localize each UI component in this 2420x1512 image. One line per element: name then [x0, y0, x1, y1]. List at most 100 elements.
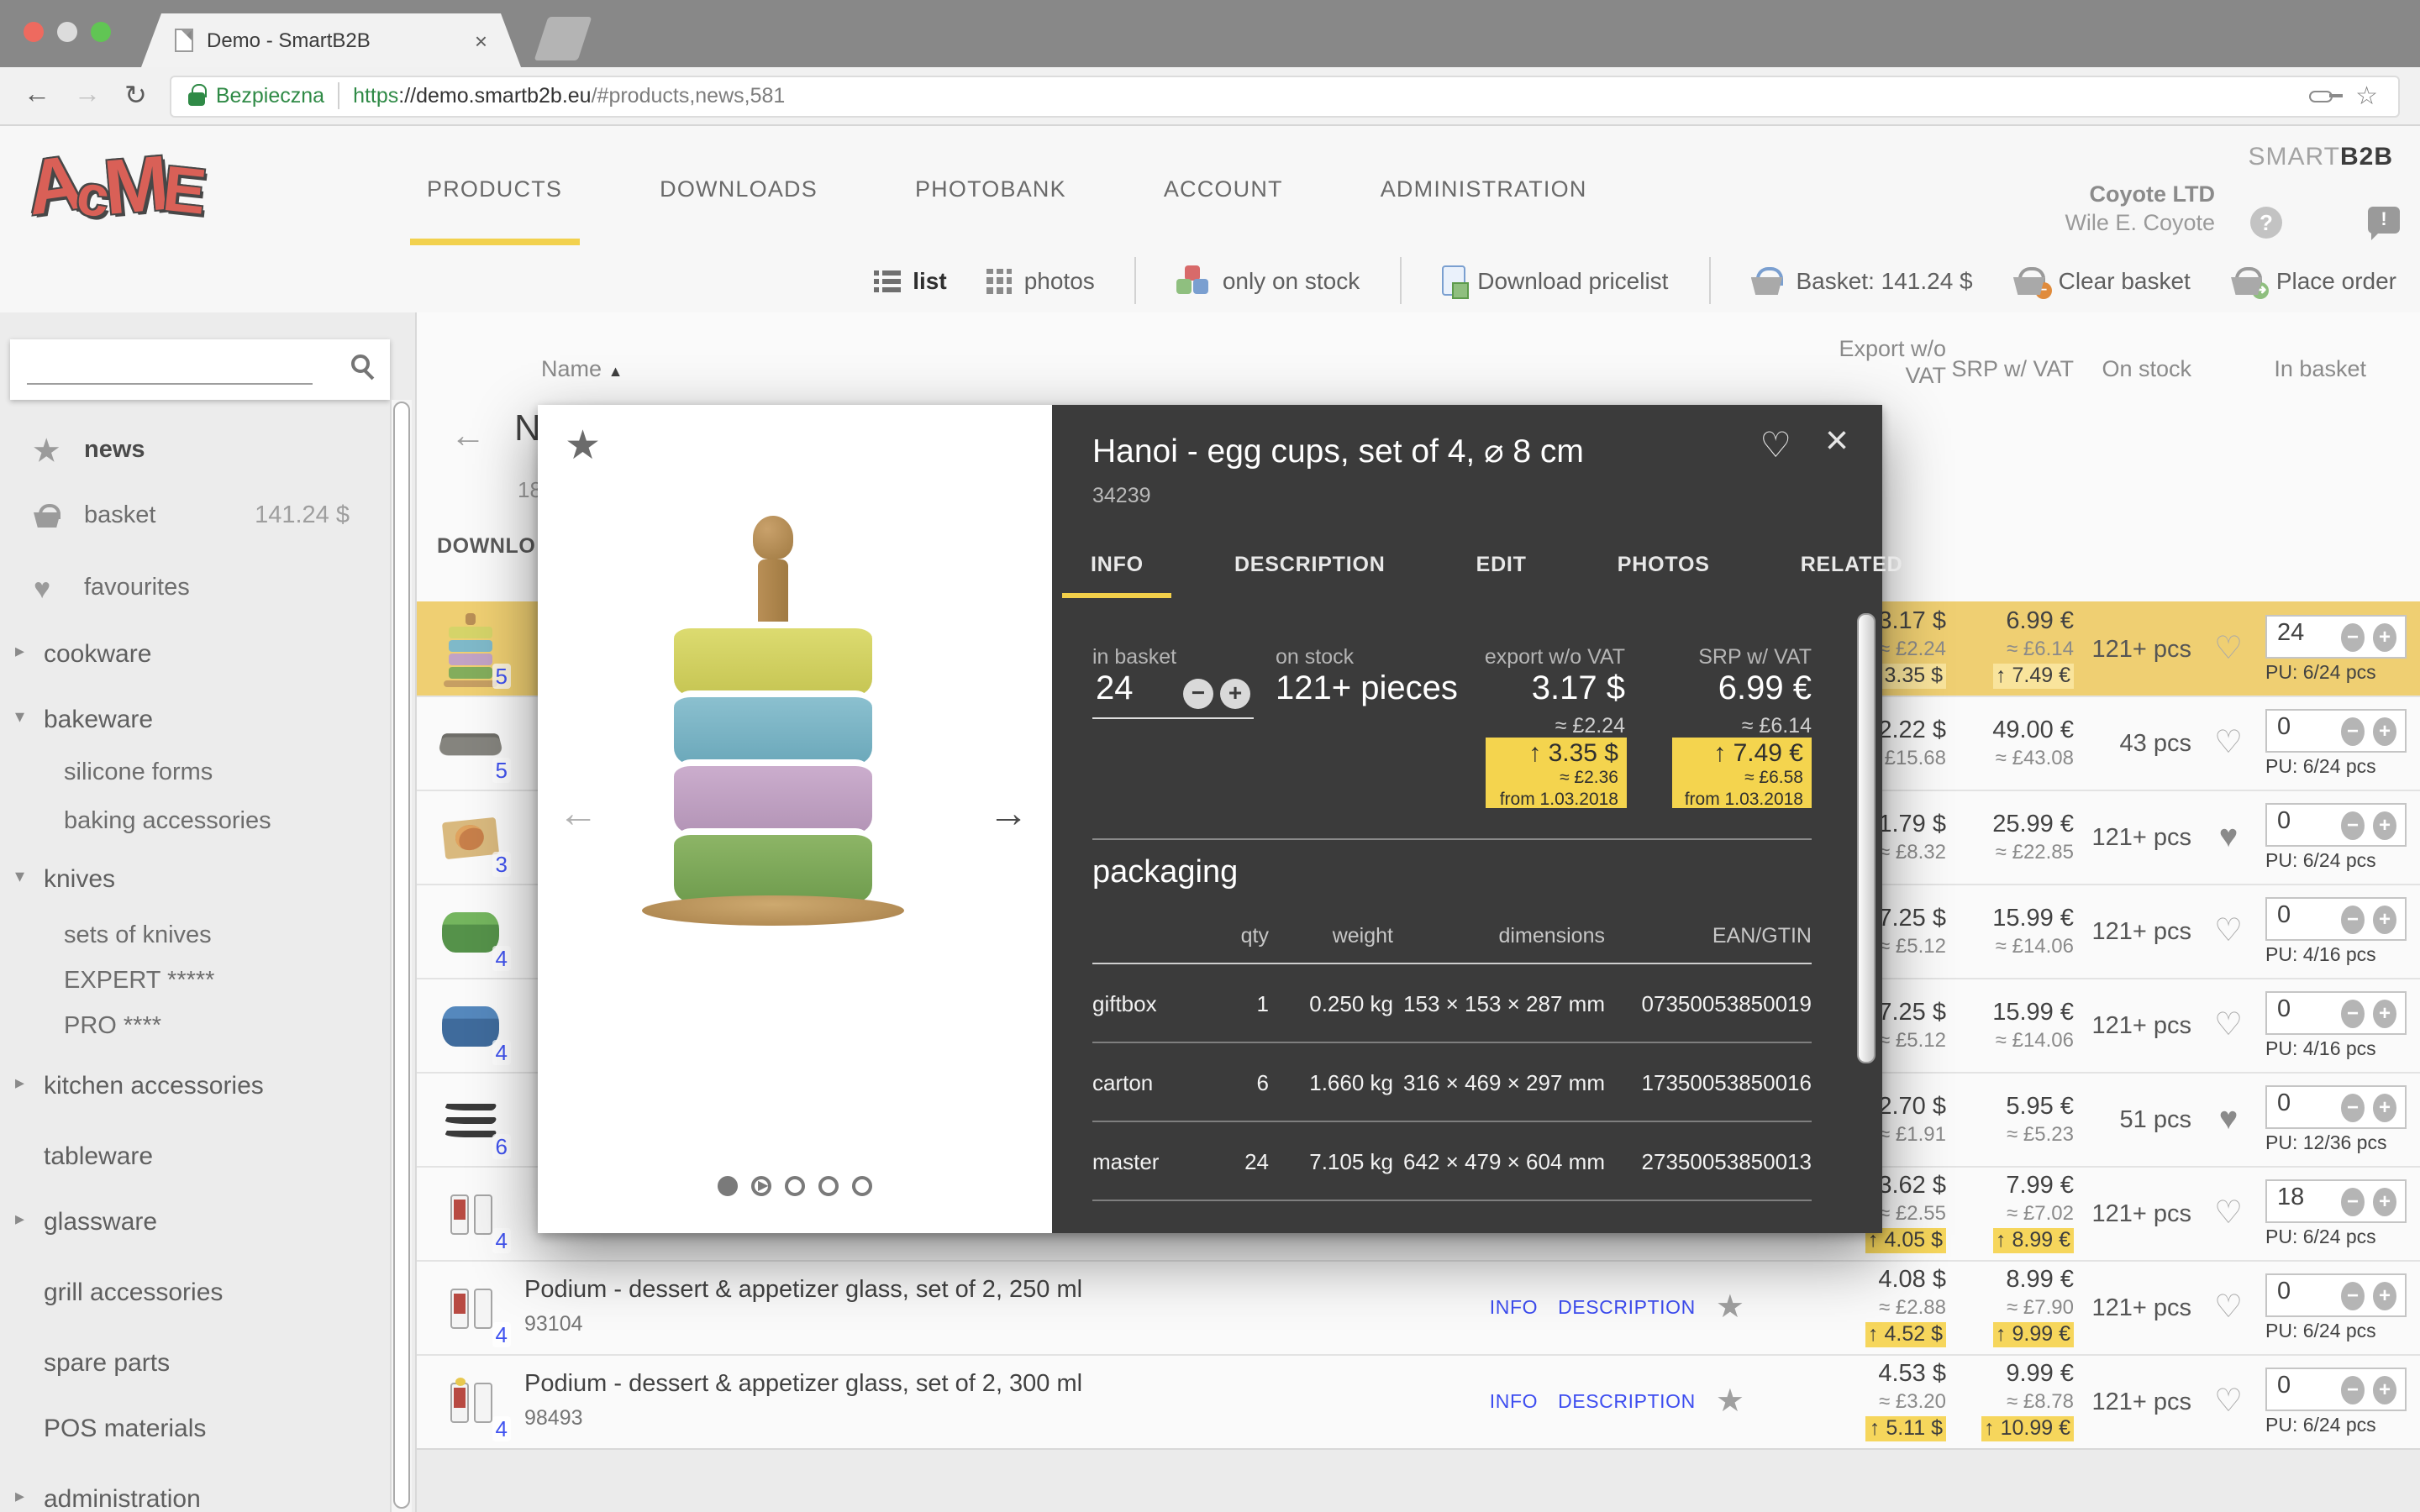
- product-name[interactable]: Podium - dessert & appetizer glass, set …: [524, 1371, 1459, 1399]
- description-link[interactable]: DESCRIPTION: [1558, 1392, 1696, 1412]
- sidebar-item-silicone-forms[interactable]: silicone forms: [0, 754, 393, 795]
- place-order-button[interactable]: ➜Place order: [2231, 266, 2396, 295]
- help-icon[interactable]: ?: [2250, 207, 2282, 239]
- quantity-stepper[interactable]: −+: [2265, 1368, 2407, 1411]
- favourite-heart-icon[interactable]: ♥: [2191, 819, 2265, 856]
- gallery-next-icon[interactable]: →: [988, 791, 1028, 838]
- nav-products[interactable]: PRODUCTS: [420, 129, 569, 245]
- gallery-dot-active[interactable]: [718, 1176, 738, 1196]
- sidebar-item-tableware[interactable]: tableware: [0, 1137, 393, 1178]
- sidebar-item-baking-accessories[interactable]: baking accessories: [0, 803, 393, 843]
- gallery-dot[interactable]: [785, 1176, 805, 1196]
- quantity-input[interactable]: [2277, 1090, 2334, 1117]
- search-input[interactable]: [27, 383, 313, 385]
- quantity-input[interactable]: [2277, 620, 2334, 647]
- minus-button[interactable]: −: [1183, 679, 1213, 709]
- tab-description[interactable]: DESCRIPTION: [1206, 539, 1414, 598]
- quantity-stepper[interactable]: −+: [2265, 1085, 2407, 1129]
- view-photos-toggle[interactable]: photos: [987, 267, 1095, 294]
- gallery-prev-icon[interactable]: ←: [558, 791, 598, 838]
- quantity-input[interactable]: [2277, 714, 2334, 741]
- only-on-stock-toggle[interactable]: only on stock: [1177, 265, 1360, 296]
- sidebar-item-basket[interactable]: basket141.24 $: [0, 497, 393, 538]
- search-box[interactable]: [10, 339, 390, 400]
- nav-downloads[interactable]: DOWNLOADS: [653, 129, 824, 245]
- modal-scrollbar[interactable]: [1857, 613, 1876, 1063]
- quantity-input[interactable]: [2277, 902, 2334, 929]
- info-link[interactable]: INFO: [1490, 1298, 1538, 1318]
- address-bar[interactable]: Bezpieczna https ://demo.smartb2b.eu /#p…: [171, 75, 2400, 117]
- info-link[interactable]: INFO: [1490, 1392, 1538, 1412]
- sidebar-item-pos-materials[interactable]: POS materials: [0, 1410, 393, 1450]
- column-header-stock[interactable]: On stock: [2040, 356, 2191, 381]
- browser-tab[interactable]: Demo - SmartB2B ×: [141, 13, 521, 67]
- tab-photos[interactable]: PHOTOS: [1589, 539, 1739, 598]
- favourite-heart-icon[interactable]: ♡: [2191, 1194, 2265, 1233]
- favourite-heart-icon[interactable]: ♡: [2191, 1006, 2265, 1045]
- favourite-heart-icon[interactable]: ♡: [2191, 630, 2265, 669]
- security-label[interactable]: Bezpieczna: [216, 84, 324, 108]
- nav-administration[interactable]: ADMINISTRATION: [1374, 129, 1594, 245]
- clear-basket-button[interactable]: −Clear basket: [2013, 266, 2191, 295]
- sidebar-item-knives[interactable]: ▾knives: [0, 860, 393, 900]
- sidebar-item-spare-parts[interactable]: spare parts: [0, 1344, 393, 1384]
- column-header-basket[interactable]: In basket: [2191, 356, 2366, 381]
- quantity-stepper[interactable]: −+: [2265, 709, 2407, 753]
- sidebar-item-kitchen-accessories[interactable]: ▸kitchen accessories: [0, 1067, 393, 1107]
- download-pricelist-button[interactable]: Download pricelist: [1442, 265, 1668, 296]
- favourite-heart-icon[interactable]: ♥: [2191, 1101, 2265, 1138]
- sidebar-item-administration[interactable]: ▸administration: [0, 1480, 393, 1512]
- window-zoom-button[interactable]: [91, 22, 111, 42]
- quantity-stepper[interactable]: −+: [2265, 897, 2407, 941]
- sidebar-item-cookware[interactable]: ▸cookware: [0, 635, 393, 675]
- quantity-stepper[interactable]: −+: [2265, 803, 2407, 847]
- new-tab-button[interactable]: [534, 17, 592, 60]
- favourite-heart-icon[interactable]: ♡: [2191, 912, 2265, 951]
- tab-related[interactable]: RELATED: [1772, 539, 1932, 598]
- table-row[interactable]: 4 Podium - dessert & appetizer glass, se…: [417, 1260, 2420, 1354]
- password-key-icon[interactable]: [2308, 90, 2332, 102]
- quantity-input[interactable]: [2277, 1184, 2334, 1211]
- sidebar-item-favourites[interactable]: ♥favourites: [0, 570, 393, 610]
- tab-close-icon[interactable]: ×: [475, 28, 487, 53]
- user-info[interactable]: Coyote LTD Wile E. Coyote: [2065, 180, 2215, 237]
- quantity-input[interactable]: [2277, 996, 2334, 1023]
- sidebar-item-pro[interactable]: PRO ****: [0, 1008, 393, 1048]
- browser-reload-button[interactable]: ↻: [124, 79, 147, 113]
- gallery-dot[interactable]: [818, 1176, 839, 1196]
- plus-button[interactable]: +: [2373, 623, 2396, 652]
- sidebar-item-glassware[interactable]: ▸glassware: [0, 1203, 393, 1243]
- gallery-dot[interactable]: [852, 1176, 872, 1196]
- sidebar-item-expert[interactable]: EXPERT *****: [0, 963, 393, 1003]
- in-basket-value[interactable]: 24: [1096, 670, 1134, 709]
- table-row[interactable]: 4 Podium - dessert & appetizer glass, se…: [417, 1354, 2420, 1448]
- quantity-stepper[interactable]: −+: [2265, 1179, 2407, 1223]
- sidebar-item-bakeware[interactable]: ▾bakeware: [0, 701, 393, 741]
- column-header-name[interactable]: Name ▲: [541, 356, 623, 381]
- sidebar-item-sets-of-knives[interactable]: sets of knives: [0, 917, 393, 958]
- search-icon[interactable]: [351, 354, 370, 373]
- quantity-input[interactable]: [2277, 808, 2334, 835]
- acme-logo[interactable]: AcME: [27, 139, 202, 230]
- plus-button[interactable]: +: [1220, 679, 1250, 709]
- minus-button[interactable]: −: [2341, 623, 2365, 652]
- close-icon[interactable]: ×: [1825, 418, 1849, 465]
- tab-info[interactable]: INFO: [1062, 539, 1172, 598]
- gallery-dot-video[interactable]: ▶: [751, 1176, 771, 1196]
- quantity-input[interactable]: [2277, 1373, 2334, 1399]
- window-close-button[interactable]: [24, 22, 44, 42]
- favourite-heart-icon[interactable]: ♡: [1760, 425, 1791, 467]
- window-minimize-button[interactable]: [57, 22, 77, 42]
- quantity-stepper[interactable]: −+: [2265, 615, 2407, 659]
- favourite-heart-icon[interactable]: ♡: [2191, 724, 2265, 763]
- favourite-heart-icon[interactable]: ♡: [2191, 1383, 2265, 1421]
- sidebar-scrollbar[interactable]: [390, 400, 412, 1512]
- bookmark-star-icon[interactable]: ☆: [2355, 81, 2378, 111]
- view-list-toggle[interactable]: list: [874, 267, 946, 294]
- favourite-heart-icon[interactable]: ♡: [2191, 1289, 2265, 1327]
- nav-photobank[interactable]: PHOTOBANK: [908, 129, 1073, 245]
- quantity-stepper[interactable]: −+: [2265, 1273, 2407, 1317]
- nav-account[interactable]: ACCOUNT: [1157, 129, 1290, 245]
- sidebar-item-grill-accessories[interactable]: grill accessories: [0, 1273, 393, 1314]
- description-link[interactable]: DESCRIPTION: [1558, 1298, 1696, 1318]
